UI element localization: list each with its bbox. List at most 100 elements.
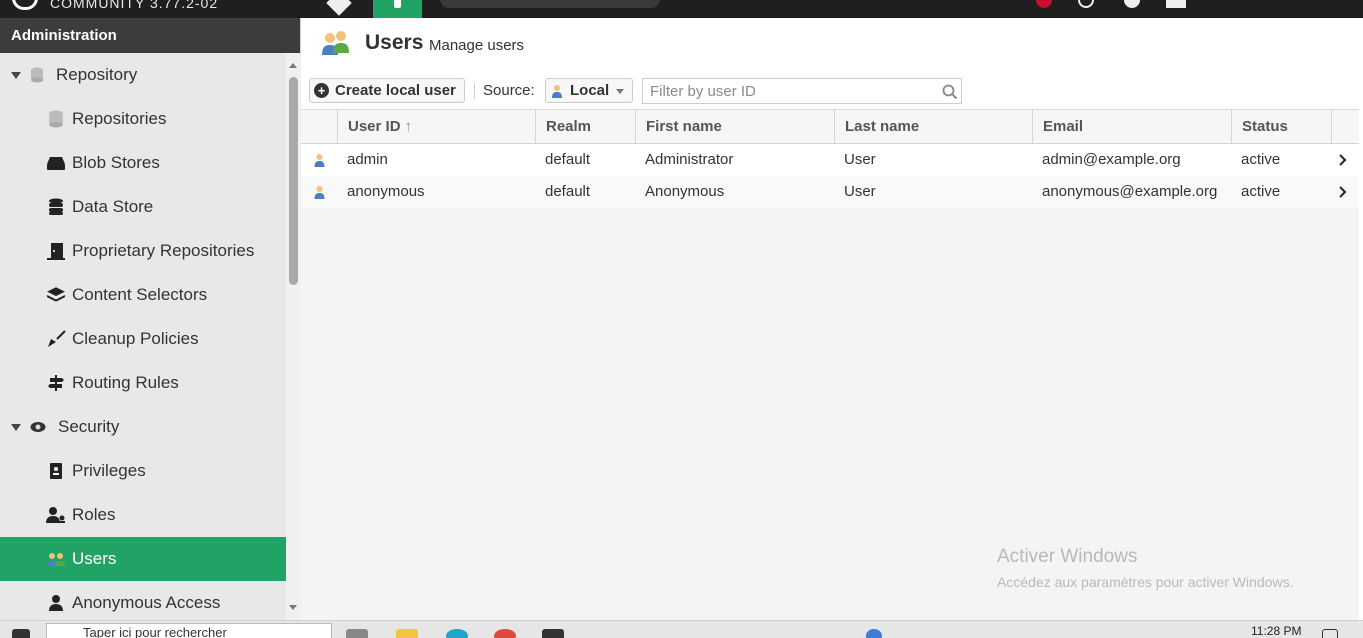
user-icon bbox=[314, 154, 325, 167]
scroll-down-arrow-icon[interactable] bbox=[289, 605, 297, 610]
administration-mode-button[interactable] bbox=[373, 0, 422, 18]
help-icon[interactable] bbox=[1124, 0, 1140, 8]
sidebar-item-repositories[interactable]: Repositories bbox=[0, 97, 286, 141]
browse-cube-icon[interactable] bbox=[326, 0, 352, 16]
caret-down-icon[interactable] bbox=[11, 71, 21, 79]
taskbar-search-input[interactable]: Taper ici pour rechercher bbox=[46, 623, 332, 638]
icon-column-header bbox=[301, 110, 337, 144]
door-icon bbox=[47, 243, 65, 260]
user-icon bbox=[49, 595, 63, 611]
column-header-email[interactable]: Email bbox=[1032, 110, 1231, 144]
sidebar-item-privileges[interactable]: Privileges bbox=[0, 449, 286, 493]
source-select[interactable]: Local bbox=[545, 78, 633, 103]
users-toolbar: + Create local user Source: Local bbox=[301, 71, 1359, 110]
user-icon bbox=[314, 186, 325, 199]
nav-group-repository[interactable]: Repository bbox=[0, 53, 286, 97]
sidebar-item-label: Data Store bbox=[72, 197, 154, 216]
action-center-icon[interactable] bbox=[1322, 629, 1338, 638]
sidebar-item-label: Anonymous Access bbox=[72, 593, 221, 612]
edge-icon[interactable] bbox=[446, 629, 468, 638]
column-header-first-name[interactable]: First name bbox=[635, 110, 834, 144]
gear-icon bbox=[394, 0, 401, 8]
sort-ascending-icon: ↑ bbox=[404, 118, 413, 135]
sidebar-item-label: Users bbox=[72, 549, 117, 568]
refresh-icon[interactable] bbox=[1078, 0, 1094, 8]
sidebar-scrollbar[interactable] bbox=[286, 53, 301, 620]
windows-start-icon[interactable] bbox=[12, 629, 30, 638]
source-select-value: Local bbox=[570, 82, 610, 99]
scroll-thumb[interactable] bbox=[289, 77, 298, 285]
sidebar-item-proprietary-repositories[interactable]: Proprietary Repositories bbox=[0, 229, 286, 273]
sidebar-item-label: Blob Stores bbox=[72, 153, 160, 172]
signpost-icon bbox=[48, 375, 64, 391]
nexus-logo-icon[interactable] bbox=[12, 0, 38, 10]
create-local-user-button[interactable]: + Create local user bbox=[309, 78, 465, 103]
search-icon[interactable] bbox=[942, 84, 958, 100]
table-header: User ID ↑ Realm First name Last name Emai… bbox=[301, 110, 1359, 144]
badge-icon bbox=[50, 463, 62, 479]
sidebar-item-cleanup-policies[interactable]: Cleanup Policies bbox=[0, 317, 286, 361]
page-header: Users Manage users bbox=[301, 18, 1359, 71]
sidebar-item-anonymous-access[interactable]: Anonymous Access bbox=[0, 581, 286, 620]
table-row[interactable]: admin default Administrator User admin@e… bbox=[301, 144, 1359, 176]
nav-tree: Repository Repositories Blob Stores Data… bbox=[0, 53, 286, 620]
toolbar-separator bbox=[474, 83, 475, 99]
windows-taskbar: Taper ici pour rechercher 11:28 PM bbox=[0, 620, 1363, 638]
column-header-realm[interactable]: Realm bbox=[535, 110, 635, 144]
sidebar-item-content-selectors[interactable]: Content Selectors bbox=[0, 273, 286, 317]
users-icon bbox=[322, 31, 349, 55]
nav-group-security[interactable]: Security bbox=[0, 405, 286, 449]
file-explorer-icon[interactable] bbox=[396, 629, 418, 638]
sidebar-item-blob-stores[interactable]: Blob Stores bbox=[0, 141, 286, 185]
cell-realm: default bbox=[545, 151, 591, 168]
create-local-user-label: Create local user bbox=[335, 82, 456, 99]
sidebar-item-label: Cleanup Policies bbox=[72, 329, 199, 348]
column-header-last-name[interactable]: Last name bbox=[834, 110, 1032, 144]
cell-last-name: User bbox=[844, 183, 876, 200]
scroll-up-arrow-icon[interactable] bbox=[289, 63, 297, 68]
cell-status: active bbox=[1241, 183, 1281, 200]
sidebar-item-routing-rules[interactable]: Routing Rules bbox=[0, 361, 286, 405]
column-header-user-id[interactable]: User ID ↑ bbox=[337, 110, 535, 144]
global-search-input[interactable] bbox=[440, 0, 660, 8]
chevron-right-icon[interactable] bbox=[1339, 186, 1347, 198]
chrome-icon[interactable] bbox=[494, 629, 516, 638]
notification-badge-icon[interactable] bbox=[866, 629, 882, 638]
sidebar-header: Administration bbox=[0, 18, 300, 53]
cell-email: anonymous@example.org bbox=[1042, 183, 1218, 200]
filter-user-id-input[interactable] bbox=[642, 78, 962, 104]
sidebar-item-data-store[interactable]: Data Store bbox=[0, 185, 286, 229]
windows-activation-watermark: Activer Windows Accédez aux paramètres p… bbox=[997, 546, 1293, 590]
cell-email: admin@example.org bbox=[1042, 151, 1181, 168]
users-icon bbox=[47, 553, 65, 566]
plus-circle-icon: + bbox=[314, 83, 329, 98]
database-icon bbox=[31, 67, 43, 83]
sidebar-item-label: Routing Rules bbox=[72, 373, 179, 392]
cell-last-name: User bbox=[844, 151, 876, 168]
user-menu-icon[interactable] bbox=[1166, 0, 1186, 8]
cell-first-name: Anonymous bbox=[645, 183, 725, 200]
task-view-icon[interactable] bbox=[346, 629, 368, 638]
admin-sidebar: Administration Repository Repositories B… bbox=[0, 18, 301, 620]
terminal-icon[interactable] bbox=[542, 629, 564, 638]
database-icon bbox=[49, 110, 63, 128]
sidebar-item-users[interactable]: Users bbox=[0, 537, 286, 581]
taskbar-clock[interactable]: 11:28 PM bbox=[1251, 624, 1301, 638]
nav-group-label: Repository bbox=[56, 65, 138, 84]
sidebar-item-label: Roles bbox=[72, 505, 116, 524]
actions-column-header bbox=[1331, 110, 1359, 144]
page-subtitle: Manage users bbox=[429, 37, 525, 54]
table-row[interactable]: anonymous default Anonymous User anonymo… bbox=[301, 176, 1359, 208]
alert-icon[interactable] bbox=[1036, 0, 1052, 8]
top-bar: COMMUNITY 3.77.2-02 bbox=[0, 0, 1363, 18]
cell-first-name: Administrator bbox=[645, 151, 734, 168]
sidebar-item-roles[interactable]: Roles bbox=[0, 493, 286, 537]
watermark-subtitle: Accédez aux paramètres pour activer Wind… bbox=[997, 574, 1294, 590]
cell-user-id: anonymous bbox=[347, 183, 425, 200]
caret-down-icon[interactable] bbox=[11, 423, 21, 431]
users-table: User ID ↑ Realm First name Last name Emai… bbox=[301, 110, 1359, 208]
chevron-right-icon[interactable] bbox=[1339, 154, 1347, 166]
column-label: User ID bbox=[348, 118, 401, 135]
column-header-status[interactable]: Status bbox=[1231, 110, 1331, 144]
user-key-icon bbox=[46, 507, 65, 523]
